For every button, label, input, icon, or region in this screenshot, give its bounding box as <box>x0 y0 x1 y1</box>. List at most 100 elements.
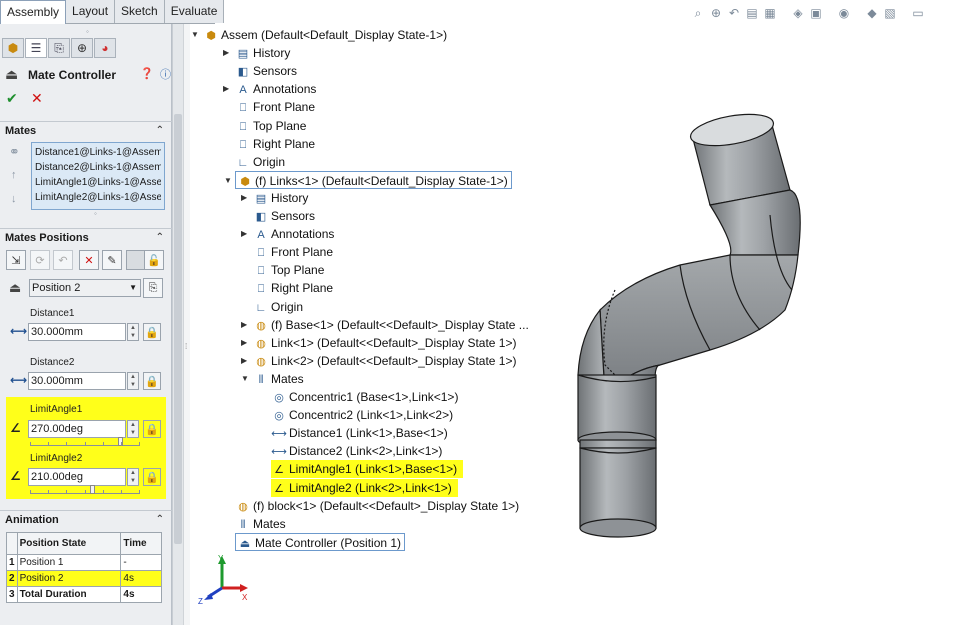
distance1-field[interactable]: 30.000mm <box>28 323 126 341</box>
scrollbar-thumb[interactable] <box>174 114 182 544</box>
edit-position-button[interactable]: ✎ <box>102 250 122 270</box>
tree-item-annotations[interactable]: ▶ A Annotations <box>223 80 316 98</box>
tree-item-mate-controller[interactable]: ⏏ Mate Controller (Position 1) <box>235 532 406 551</box>
tree-item-history[interactable]: ▶ ▤ History <box>223 44 290 62</box>
pipe-assembly[interactable] <box>577 109 801 538</box>
move-up-icon[interactable]: ↑ <box>11 169 17 181</box>
list-item[interactable]: Distance2@Links-1@Assem <box>35 160 161 175</box>
chevron-right-icon[interactable]: ▶ <box>223 80 229 98</box>
list-item[interactable]: LimitAngle1@Links-1@Assem <box>35 175 161 190</box>
distance1-stepper[interactable]: ▲ ▼ <box>127 323 139 341</box>
apply-scene-icon[interactable]: ▧ <box>882 5 898 21</box>
chevron-up-icon[interactable]: ⌃ <box>156 122 164 140</box>
tree-item-plane[interactable]: ⎕ Front Plane <box>253 243 333 261</box>
chevron-right-icon[interactable]: ▶ <box>241 334 247 352</box>
lock-all-button[interactable]: 🔓 <box>144 250 164 270</box>
display-style-icon[interactable]: ▣ <box>808 5 824 21</box>
undo-position-button[interactable]: ↶ <box>53 250 73 270</box>
dynamic-annotation-icon[interactable]: ▦ <box>762 5 778 21</box>
position-options-button[interactable]: ⎘ <box>143 278 163 298</box>
tree-item-plane[interactable]: ⎕ Right Plane <box>235 135 315 153</box>
ok-button[interactable]: ✔ <box>6 90 18 107</box>
tree-item-plane[interactable]: ⎕ Top Plane <box>253 261 325 279</box>
dimxpert-tab-icon[interactable]: ⊕ <box>71 38 93 58</box>
splitter-grip-icon[interactable]: ⁞ <box>185 342 187 351</box>
mates-list[interactable]: Distance1@Links-1@Assem Distance2@Links-… <box>31 142 165 210</box>
tree-item-part[interactable]: ▶ ◍ (f) Base<1> (Default<<Default>_Display… <box>241 316 529 334</box>
tree-item-part[interactable]: ◍ (f) block<1> (Default<<Default>_Display… <box>235 497 519 515</box>
tree-item-part[interactable]: ▶ ◍ Link<2> (Default<<Default>_Display Sta… <box>241 352 516 370</box>
hide-show-icon[interactable]: ◉ <box>836 5 852 21</box>
tree-item-history[interactable]: ▶ ▤ History <box>241 189 308 207</box>
position-select[interactable]: Position 2 ▼ <box>29 279 141 297</box>
tree-item-plane[interactable]: ⎕ Front Plane <box>235 98 315 116</box>
chevron-right-icon[interactable]: ▶ <box>241 316 247 334</box>
display-manager-tab-icon[interactable]: ◕ <box>94 38 116 58</box>
update-position-button[interactable]: ⟳ <box>30 250 50 270</box>
tree-item-concentric[interactable]: ◎ Concentric2 (Link<1>,Link<2>) <box>271 406 453 424</box>
mates-section-header[interactable]: Mates ⌃ <box>0 121 172 139</box>
distance2-stepper[interactable]: ▲ ▼ <box>127 372 139 390</box>
cancel-button[interactable]: ✕ <box>31 90 43 107</box>
table-row[interactable]: 3 Total Duration 4s <box>6 586 162 603</box>
zoom-area-icon[interactable]: ⊕ <box>708 5 724 21</box>
chevron-down-icon[interactable]: ▼ <box>224 172 232 190</box>
positions-section-header[interactable]: Mates Positions ⌃ <box>0 228 172 246</box>
tree-item-limit-angle[interactable]: ∠ LimitAngle2 (Link<2>,Link<1>) <box>271 478 458 497</box>
tree-item-subassembly[interactable]: ▼ ⬢ (f) Links<1> (Default<Default_Display … <box>224 170 512 189</box>
tree-item-sensors[interactable]: ◧ Sensors <box>235 62 297 80</box>
edit-appearance-icon[interactable]: ◆ <box>864 5 880 21</box>
section-view-icon[interactable]: ▤ <box>744 5 760 21</box>
tree-item-distance[interactable]: ⟷ Distance2 (Link<2>,Link<1>) <box>271 442 442 460</box>
help-icon[interactable]: ❓ <box>140 67 154 80</box>
chevron-down-icon[interactable]: ▼ <box>191 26 199 44</box>
chevron-right-icon[interactable]: ▶ <box>241 352 247 370</box>
lock-icon[interactable]: 🔒 <box>143 468 161 486</box>
feature-manager-tab-icon[interactable]: ⬢ <box>2 38 24 58</box>
tree-item-part[interactable]: ▶ ◍ Link<1> (Default<<Default>_Display Sta… <box>241 334 516 352</box>
panel-splitter[interactable]: ⁞ <box>183 24 190 625</box>
tree-item-limit-angle[interactable]: ∠ LimitAngle1 (Link<1>,Base<1>) <box>271 460 464 479</box>
tree-item-origin[interactable]: ∟ Origin <box>253 298 303 316</box>
delete-position-button[interactable]: ✕ <box>79 250 99 270</box>
tree-item-origin[interactable]: ∟ Origin <box>235 153 285 171</box>
chevron-right-icon[interactable]: ▶ <box>241 225 247 243</box>
tree-item-mates[interactable]: ▼ ⫴ Mates <box>241 370 304 388</box>
panel-grip-icon[interactable]: ◦ <box>86 27 89 36</box>
chevron-down-icon[interactable]: ▼ <box>129 280 137 296</box>
limitangle2-slider[interactable] <box>30 484 140 494</box>
lock-icon[interactable]: 🔒 <box>143 323 161 341</box>
previous-view-icon[interactable]: ↶ <box>726 5 742 21</box>
tab-sketch[interactable]: Sketch <box>115 0 165 23</box>
property-manager-tab-icon[interactable]: ☰ <box>25 38 47 58</box>
tree-item-distance[interactable]: ⟷ Distance1 (Link<1>,Base<1>) <box>271 424 448 442</box>
chevron-right-icon[interactable]: ▶ <box>241 189 247 207</box>
tab-layout[interactable]: Layout <box>66 0 116 23</box>
chevron-up-icon[interactable]: ⌃ <box>156 229 164 247</box>
panel-scrollbar[interactable] <box>172 24 183 625</box>
tree-item-plane[interactable]: ⎕ Top Plane <box>235 117 307 135</box>
chevron-up-icon[interactable]: ⌃ <box>156 511 164 529</box>
view-settings-icon[interactable]: ▭ <box>910 5 926 21</box>
distance2-field[interactable]: 30.000mm <box>28 372 126 390</box>
detail-help-icon[interactable]: ⓘ <box>160 66 171 82</box>
tree-item-concentric[interactable]: ◎ Concentric1 (Base<1>,Link<1>) <box>271 388 458 406</box>
list-item[interactable]: Distance1@Links-1@Assem <box>35 145 161 160</box>
tree-item-annotations[interactable]: ▶ A Annotations <box>241 225 334 243</box>
chevron-right-icon[interactable]: ▶ <box>223 44 229 62</box>
move-down-icon[interactable]: ↓ <box>11 193 17 205</box>
tree-item-plane[interactable]: ⎕ Right Plane <box>253 279 333 297</box>
tree-item-sensors[interactable]: ◧ Sensors <box>253 207 315 225</box>
tree-item-assembly[interactable]: ▼ ⬢ Assem (Default<Default_Display State-1… <box>191 26 447 44</box>
tab-assembly[interactable]: Assembly <box>0 0 67 24</box>
configuration-manager-tab-icon[interactable]: ⎘ <box>48 38 70 58</box>
list-item[interactable]: LimitAngle2@Links-1@Assem <box>35 190 161 205</box>
slider-knob[interactable] <box>90 485 95 494</box>
animation-section-header[interactable]: Animation ⌃ <box>0 510 172 528</box>
view-orientation-icon[interactable]: ◈ <box>790 5 806 21</box>
lock-icon[interactable]: 🔒 <box>143 420 161 438</box>
tree-item-mates[interactable]: ⫴ Mates <box>235 515 286 533</box>
tab-evaluate[interactable]: Evaluate <box>164 0 225 23</box>
zoom-to-fit-icon[interactable]: ⌕ <box>690 5 706 21</box>
list-resize-grip-icon[interactable]: ◦ <box>94 209 97 218</box>
